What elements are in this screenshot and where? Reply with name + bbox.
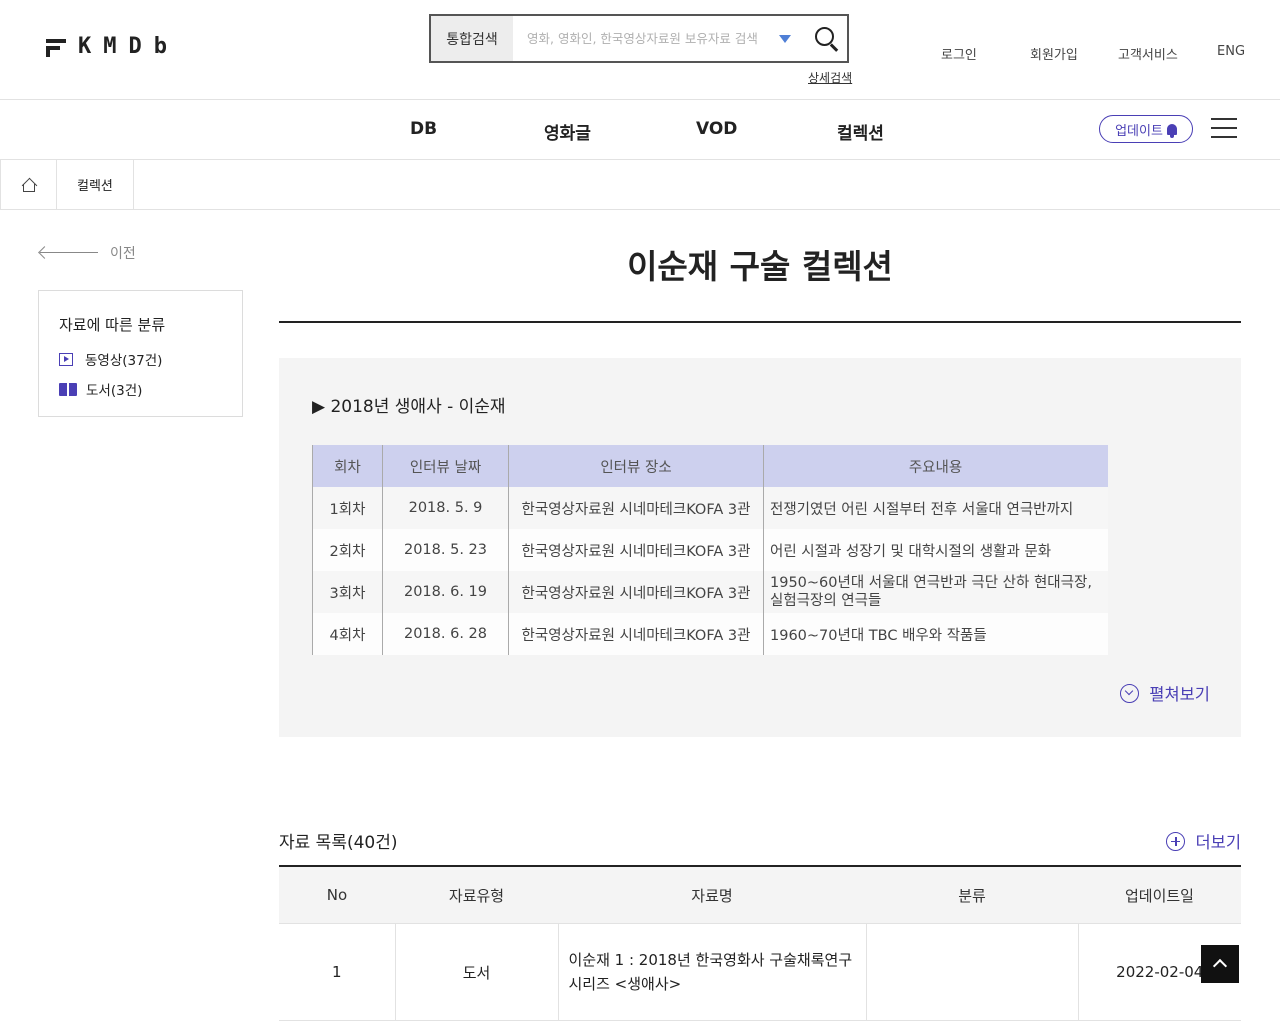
column-header: 자료유형: [395, 867, 558, 924]
date-cell: 2018. 6. 19: [382, 571, 509, 613]
filter-title: 자료에 따른 분류: [59, 316, 166, 334]
customer-service-link[interactable]: 고객서비스: [1118, 44, 1178, 63]
search-icon[interactable]: [813, 25, 841, 53]
scroll-top-button[interactable]: [1201, 945, 1239, 983]
place-cell: 한국영상자료원 시네마테크KOFA 3관: [508, 529, 764, 571]
column-header: 분류: [866, 867, 1078, 924]
filter-item-label: 동영상(37건): [85, 353, 163, 369]
session-cell: 1회차: [312, 487, 383, 529]
expand-button[interactable]: 펼쳐보기: [1120, 681, 1210, 705]
login-link[interactable]: 로그인: [941, 44, 977, 63]
content-cell: 어린 시절과 성장기 및 대학시절의 생활과 문화: [763, 529, 1108, 571]
row-title-link[interactable]: 이순재 1 : 2018년 한국영화사 구술채록연구 시리즈 <생애사>: [558, 923, 867, 1021]
table-header-row: No 자료유형 자료명 분류 업데이트일: [279, 867, 1241, 924]
row-type: 도서: [395, 923, 559, 1021]
column-header: 인터뷰 날짜: [382, 445, 509, 487]
table-row: 1회차 2018. 5. 9 한국영상자료원 시네마테크KOFA 3관 전쟁기였…: [312, 487, 1108, 529]
breadcrumb: 컬렉션: [0, 160, 1280, 210]
search-type-label[interactable]: 통합검색: [431, 16, 513, 61]
nav-item-collection[interactable]: 컬렉션: [837, 119, 884, 144]
signup-link[interactable]: 회원가입: [1030, 44, 1078, 63]
arrow-left-icon: [38, 246, 98, 260]
filter-item-label: 도서(3건): [86, 383, 143, 399]
content-cell: 전쟁기였던 어린 시절부터 전후 서울대 연극반까지: [763, 487, 1108, 529]
site-header: KMDb 통합검색 상세검색 로그인 회원가입 고객서비스 ENG: [0, 0, 1280, 100]
chevron-down-icon: [1120, 683, 1140, 703]
advanced-search-link[interactable]: 상세검색: [808, 69, 852, 86]
table-row: 2회차 2018. 5. 23 한국영상자료원 시네마테크KOFA 3관 어린 …: [312, 529, 1108, 571]
date-cell: 2018. 5. 23: [382, 529, 509, 571]
book-icon: [59, 382, 77, 396]
english-link[interactable]: ENG: [1217, 44, 1245, 59]
logo-mark-icon: [46, 37, 66, 57]
filter-item-book[interactable]: 도서(3건): [59, 379, 222, 399]
table-header-row: 회차 인터뷰 날짜 인터뷰 장소 주요내용: [312, 445, 1108, 487]
date-cell: 2018. 6. 28: [382, 613, 509, 655]
filter-item-video[interactable]: 동영상(37건): [59, 349, 222, 369]
divider: [279, 321, 1241, 323]
dropdown-arrow-icon[interactable]: [779, 34, 791, 43]
date-cell: 2018. 5. 9: [382, 487, 509, 529]
table-row: 4회차 2018. 6. 28 한국영상자료원 시네마테크KOFA 3관 196…: [312, 613, 1108, 655]
menu-icon[interactable]: [1211, 118, 1237, 138]
search-input[interactable]: [525, 30, 769, 47]
column-header: 인터뷰 장소: [508, 445, 764, 487]
column-header: 회차: [312, 445, 383, 487]
chevron-up-icon: [1212, 958, 1228, 974]
back-button[interactable]: 이전: [38, 243, 136, 263]
more-label: 더보기: [1195, 833, 1241, 852]
content-cell: 1960~70년대 TBC 배우와 작품들: [763, 613, 1108, 655]
place-cell: 한국영상자료원 시네마테크KOFA 3관: [508, 613, 764, 655]
breadcrumb-current[interactable]: 컬렉션: [57, 160, 134, 209]
column-header: 주요내용: [763, 445, 1108, 487]
update-label: 업데이트: [1115, 123, 1163, 139]
session-cell: 2회차: [312, 529, 383, 571]
page-title: 이순재 구술 컬렉션: [627, 247, 893, 286]
column-header: 업데이트일: [1078, 867, 1241, 924]
nav-item-vod[interactable]: VOD: [696, 119, 737, 139]
video-icon: [59, 352, 73, 366]
search-bar: 통합검색: [429, 14, 849, 63]
kmdb-logo[interactable]: KMDb: [46, 34, 179, 59]
main-nav: DB 영화글 VOD 컬렉션 업데이트: [0, 100, 1280, 160]
nav-item-db[interactable]: DB: [410, 119, 437, 139]
place-cell: 한국영상자료원 시네마테크KOFA 3관: [508, 571, 764, 613]
content-cell: 1950~60년대 서울대 연극반과 극단 산하 현대극장, 실험극장의 연극들: [763, 571, 1108, 613]
row-number: 1: [279, 923, 396, 1021]
row-category: [866, 923, 1079, 1021]
expand-label: 펼쳐보기: [1149, 685, 1210, 704]
column-header: 자료명: [558, 867, 866, 924]
column-header: No: [279, 867, 395, 924]
list-title: 자료 목록(40건): [279, 833, 398, 853]
collection-intro: ▶ 2018년 생애사 - 이순재 회차 인터뷰 날짜 인터뷰 장소 주요내용 …: [279, 358, 1241, 737]
logo-text: KMDb: [78, 34, 179, 59]
session-cell: 3회차: [312, 571, 383, 613]
category-filter-box: 자료에 따른 분류 동영상(37건) 도서(3건): [38, 290, 243, 417]
bell-icon: [1166, 123, 1177, 138]
more-button[interactable]: 더보기: [1166, 829, 1241, 853]
material-list-table: No 자료유형 자료명 분류 업데이트일 1 도서 이순재 1 : 2018년 …: [279, 867, 1241, 1021]
home-icon: [21, 177, 37, 193]
place-cell: 한국영상자료원 시네마테크KOFA 3관: [508, 487, 764, 529]
intro-heading: ▶ 2018년 생애사 - 이순재: [312, 397, 506, 417]
plus-icon: [1166, 831, 1186, 851]
home-button[interactable]: [0, 160, 57, 209]
table-row[interactable]: 1 도서 이순재 1 : 2018년 한국영화사 구술채록연구 시리즈 <생애사…: [279, 923, 1241, 1021]
interview-table: 회차 인터뷰 날짜 인터뷰 장소 주요내용 1회차 2018. 5. 9 한국영…: [312, 445, 1108, 655]
table-row: 3회차 2018. 6. 19 한국영상자료원 시네마테크KOFA 3관 195…: [312, 571, 1108, 613]
nav-item-articles[interactable]: 영화글: [544, 119, 591, 144]
update-button[interactable]: 업데이트: [1099, 115, 1193, 143]
back-label: 이전: [110, 246, 136, 262]
session-cell: 4회차: [312, 613, 383, 655]
